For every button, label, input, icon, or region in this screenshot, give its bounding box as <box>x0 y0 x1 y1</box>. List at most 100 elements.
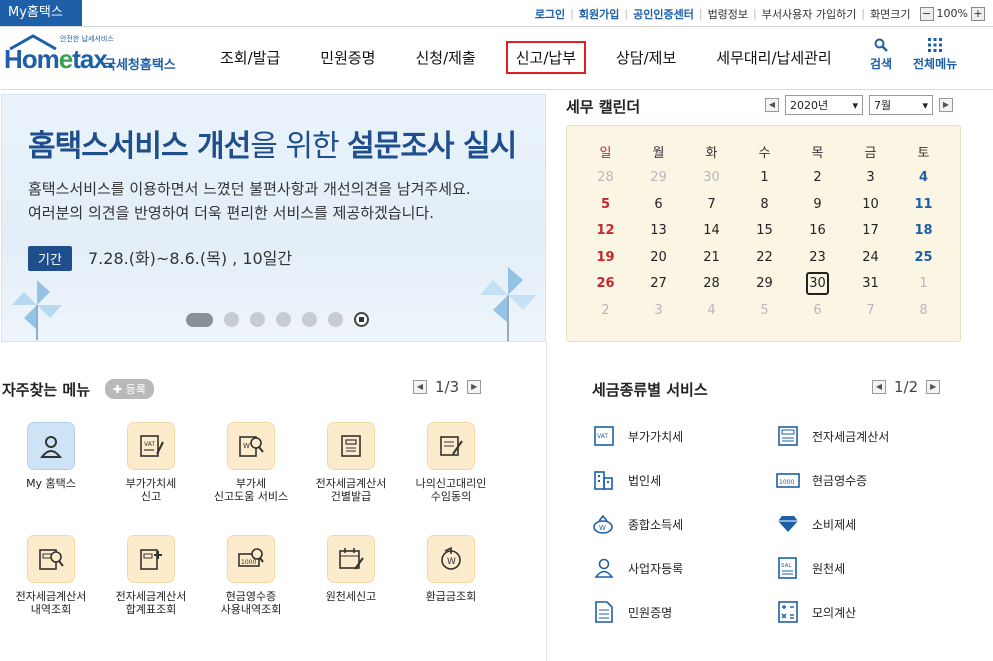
calendar-day[interactable]: 30 <box>685 165 738 192</box>
calendar-day[interactable]: 3 <box>844 165 897 192</box>
banner-dot-5[interactable] <box>302 312 317 327</box>
calendar-day[interactable]: 14 <box>685 218 738 245</box>
favorite-vat-report[interactable]: VAT 부가가치세 신고 <box>101 422 201 503</box>
favorite-refund-inquiry[interactable]: W 환급금조회 <box>401 535 501 603</box>
banner-dot-2[interactable] <box>224 312 239 327</box>
favorite-withholding-report[interactable]: 원천세신고 <box>301 535 401 603</box>
service-vat[interactable]: VAT 부가가치세 <box>592 424 683 448</box>
favorites-next-button[interactable]: ▶ <box>467 380 482 394</box>
calendar-day[interactable]: 9 <box>791 191 844 218</box>
calendar-day[interactable]: 21 <box>685 244 738 271</box>
calendar-day[interactable]: 7 <box>844 297 897 324</box>
favorite-e-invoice-history[interactable]: 전자세금계산서 내역조회 <box>1 535 101 616</box>
service-mock-calculation[interactable]: 모의계산 <box>776 600 856 624</box>
search-button[interactable]: 검색 <box>870 38 892 72</box>
certificate-center-link[interactable]: 공인인증센터 <box>628 6 699 22</box>
signup-link[interactable]: 회원가입 <box>574 6 624 22</box>
full-menu-button[interactable]: 전체메뉴 <box>913 38 957 72</box>
my-hometax-badge[interactable]: My홈택스 <box>0 0 82 26</box>
calendar-day[interactable]: 13 <box>632 218 685 245</box>
calendar-day[interactable]: 18 <box>897 218 950 245</box>
service-business-registration[interactable]: 사업자등록 <box>592 556 683 580</box>
banner-dot-4[interactable] <box>276 312 291 327</box>
calendar-day[interactable]: 31 <box>844 271 897 298</box>
calendar-day[interactable]: 22 <box>738 244 791 271</box>
service-income-tax[interactable]: W 종합소득세 <box>592 512 683 536</box>
calendar-day[interactable]: 5 <box>579 191 632 218</box>
law-info-link[interactable]: 법령정보 <box>703 6 753 22</box>
calendar-day[interactable]: 5 <box>738 297 791 324</box>
calendar-day[interactable]: 12 <box>579 218 632 245</box>
calendar-day[interactable]: 15 <box>738 218 791 245</box>
add-favorite-button[interactable]: ✚ 등록 <box>105 379 154 399</box>
hometax-logo[interactable]: 안전한 납세서비스 Hometax. 국세청홈택스 <box>2 34 187 80</box>
calendar-day[interactable]: 11 <box>897 191 950 218</box>
calendar-day[interactable]: 25 <box>897 244 950 271</box>
zoom-in-button[interactable]: + <box>971 6 985 21</box>
calendar-day[interactable]: 6 <box>632 191 685 218</box>
calendar-day[interactable]: 1 <box>738 165 791 192</box>
zoom-out-button[interactable]: − <box>919 6 934 21</box>
calendar-day[interactable]: 26 <box>579 271 632 298</box>
favorite-my-hometax[interactable]: My 홈택스 <box>1 422 101 490</box>
logo-tagline: 안전한 납세서비스 <box>60 35 114 43</box>
service-excise-tax[interactable]: 소비제세 <box>776 512 856 536</box>
calendar-day[interactable]: 2 <box>579 297 632 324</box>
calendar-day[interactable]: 1 <box>897 271 950 298</box>
service-withholding-tax[interactable]: SAL 원천세 <box>776 556 845 580</box>
nav-civil-certificate[interactable]: 민원증명 <box>310 41 385 74</box>
favorite-vat-help-service[interactable]: W 부가세 신고도움 서비스 <box>201 422 301 503</box>
calendar-day[interactable]: 29 <box>632 165 685 192</box>
calendar-day[interactable]: 19 <box>579 244 632 271</box>
banner-dot-6[interactable] <box>328 312 343 327</box>
calendar-next-button[interactable]: ▶ <box>939 98 953 112</box>
nav-consult-report[interactable]: 상담/제보 <box>606 41 686 74</box>
calendar-day[interactable]: 28 <box>579 165 632 192</box>
calendar-day[interactable]: 4 <box>897 165 950 192</box>
calendar-day[interactable]: 8 <box>738 191 791 218</box>
nav-report-payment[interactable]: 신고/납부 <box>505 40 586 74</box>
login-link[interactable]: 로그인 <box>530 6 570 22</box>
calendar-day[interactable]: 2 <box>791 165 844 192</box>
banner-stop-button[interactable] <box>354 312 369 327</box>
tax-services-prev-button[interactable]: ◀ <box>872 380 886 394</box>
calendar-day[interactable]: 17 <box>844 218 897 245</box>
banner-pagination <box>186 312 369 327</box>
favorite-e-invoice-summary[interactable]: 전자세금계산서 합계표조회 <box>101 535 201 616</box>
survey-banner[interactable]: 홈택스서비스 개선을 위한 설문조사 실시 홈택스서비스를 이용하면서 느꼈던 … <box>1 94 546 342</box>
calendar-day[interactable]: 3 <box>632 297 685 324</box>
calendar-day[interactable]: 24 <box>844 244 897 271</box>
calendar-day[interactable]: 23 <box>791 244 844 271</box>
favorite-e-invoice-issue[interactable]: 전자세금계산서 건별발급 <box>301 422 401 503</box>
nav-apply-submit[interactable]: 신청/제출 <box>405 41 485 74</box>
calendar-day[interactable]: 27 <box>632 271 685 298</box>
nav-inquiry-issue[interactable]: 조회/발급 <box>210 41 290 74</box>
calendar-day[interactable]: 10 <box>844 191 897 218</box>
favorite-agent-consent[interactable]: 나의신고대리인 수임동의 <box>401 422 501 503</box>
calendar-day[interactable]: 29 <box>738 271 791 298</box>
year-select[interactable]: 2020년 ▾ <box>785 95 863 115</box>
dept-user-signup-link[interactable]: 부서사용자 가입하기 <box>757 6 862 22</box>
calendar-day[interactable]: 28 <box>685 271 738 298</box>
nav-tax-agent[interactable]: 세무대리/납세관리 <box>706 41 841 74</box>
calendar-day[interactable]: 8 <box>897 297 950 324</box>
calendar-day[interactable]: 20 <box>632 244 685 271</box>
calendar-day-today[interactable]: 30 <box>791 271 844 298</box>
service-civil-certificate[interactable]: 민원증명 <box>592 600 672 624</box>
calendar-day[interactable]: 6 <box>791 297 844 324</box>
month-select[interactable]: 7월 ▾ <box>869 95 933 115</box>
favorites-prev-button[interactable]: ◀ <box>413 380 427 394</box>
calendar-day[interactable]: 4 <box>685 297 738 324</box>
calendar-prev-button[interactable]: ◀ <box>765 98 779 112</box>
favorite-cash-receipt-history[interactable]: 1000 현금영수증 사용내역조회 <box>201 535 301 616</box>
user-icon <box>39 436 63 458</box>
tax-services-next-button[interactable]: ▶ <box>926 380 941 394</box>
calendar-day[interactable]: 16 <box>791 218 844 245</box>
service-e-invoice[interactable]: 전자세금계산서 <box>776 424 889 448</box>
calendar-edit-icon <box>339 548 364 570</box>
calendar-day[interactable]: 7 <box>685 191 738 218</box>
banner-dot-3[interactable] <box>250 312 265 327</box>
banner-dot-1[interactable] <box>186 312 213 327</box>
service-cash-receipt[interactable]: 1000 현금영수증 <box>776 468 867 492</box>
service-corporate-tax[interactable]: 법인세 <box>592 468 661 492</box>
